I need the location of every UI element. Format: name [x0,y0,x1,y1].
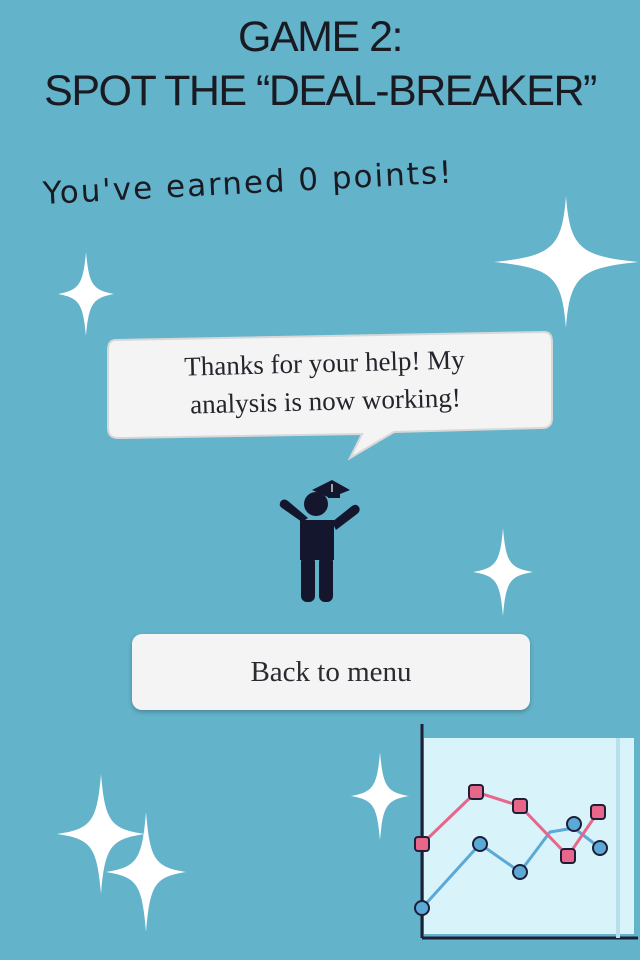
speech-bubble-text: Thanks for your help! My analysis is now… [119,339,531,426]
sparkle-icon [58,252,114,336]
sparkle-icon [494,196,638,328]
sparkle-icon [106,812,186,932]
sparkle-icon [473,528,533,616]
score-message: You've earned 0 points! [42,154,455,212]
title-line-1: GAME 2: [238,13,403,61]
cheering-person-icon [279,480,360,602]
title-line-2: SPOT THE “DEAL-BREAKER” [44,67,597,115]
line-chart-icon [414,724,638,940]
sparkle-icon [351,752,409,840]
back-to-menu-button[interactable]: Back to menu [132,634,530,710]
